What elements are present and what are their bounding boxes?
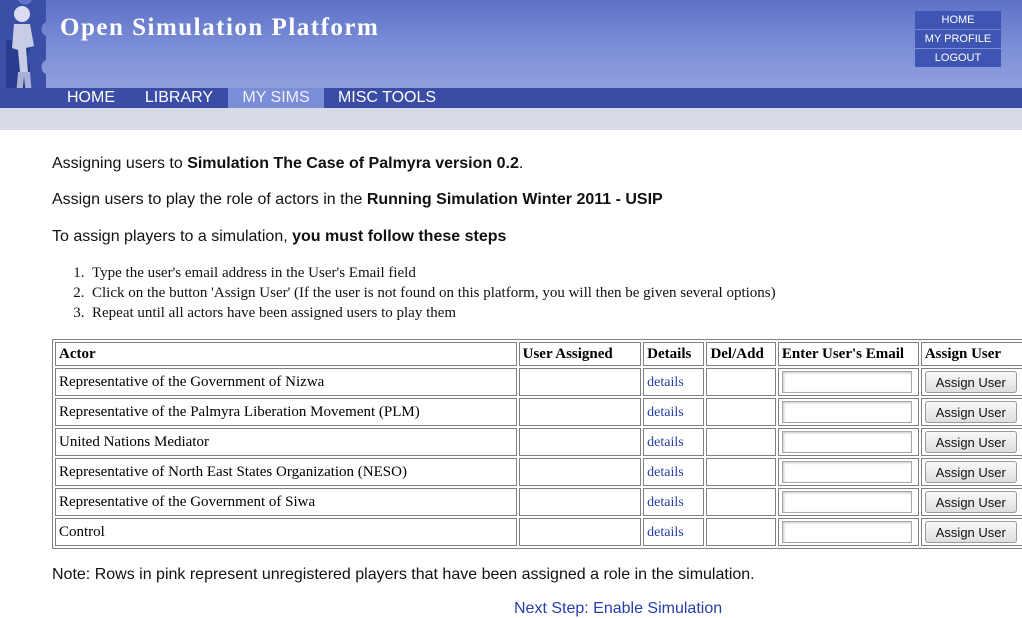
step-item: 3. Repeat until all actors have been ass… — [73, 305, 457, 321]
user-assigned-cell — [518, 398, 642, 426]
details-link[interactable]: details — [647, 525, 684, 540]
next-step-link[interactable]: Next Step: Enable Simulation — [514, 600, 722, 618]
main-nav: HOME LIBRARY MY SIMS MISC TOOLS — [0, 88, 1022, 108]
assign-cell: Assign User — [920, 368, 1022, 396]
email-field[interactable] — [781, 491, 912, 513]
del-add-cell — [706, 458, 776, 486]
user-assigned-cell — [518, 428, 642, 456]
table-row: Representative of North East States Orga… — [55, 458, 1022, 486]
details-link[interactable]: details — [647, 495, 684, 510]
table-header-row: Actor User Assigned Details Del/Add Ente… — [55, 342, 1022, 366]
user-assigned-cell — [518, 518, 642, 546]
col-actor-header: Actor — [55, 342, 517, 366]
table-row: Representative of the Government of Siwa… — [55, 488, 1022, 516]
assign-user-button[interactable]: Assign User — [924, 371, 1017, 393]
tab-library[interactable]: LIBRARY — [138, 88, 220, 108]
details-cell: details — [643, 488, 705, 516]
actor-name: Representative of the Government of Siwa — [55, 488, 517, 516]
assign-user-button[interactable]: Assign User — [924, 521, 1017, 543]
assign-cell: Assign User — [920, 398, 1022, 426]
del-add-cell — [706, 518, 776, 546]
actor-name: Representative of the Government of Nizw… — [55, 368, 517, 396]
col-del-add-header: Del/Add — [706, 342, 776, 366]
email-field[interactable] — [781, 461, 912, 483]
assign-cell: Assign User — [920, 458, 1022, 486]
simulation-name: Simulation The Case of Palmyra version 0… — [187, 155, 519, 172]
assign-user-button[interactable]: Assign User — [924, 401, 1017, 423]
details-link[interactable]: details — [647, 435, 684, 450]
col-email-header: Enter User's Email — [777, 342, 919, 366]
col-details-header: Details — [643, 342, 705, 366]
sub-nav-bar — [0, 108, 1022, 130]
col-user-assigned-header: User Assigned — [518, 342, 642, 366]
tab-home[interactable]: HOME — [56, 88, 126, 108]
actor-name: Control — [55, 518, 517, 546]
details-cell: details — [643, 368, 705, 396]
del-add-cell — [706, 368, 776, 396]
actor-name: Representative of the Palmyra Liberation… — [55, 398, 517, 426]
step-item: 1. Type the user's email address in the … — [73, 265, 416, 281]
del-add-cell — [706, 488, 776, 516]
step-item: 2. Click on the button 'Assign User' (If… — [73, 285, 776, 301]
assign-user-button[interactable]: Assign User — [924, 461, 1017, 483]
details-link[interactable]: details — [647, 375, 684, 390]
user-assigned-cell — [518, 458, 642, 486]
assigning-users-line: Assigning users to Simulation The Case o… — [52, 155, 524, 172]
site-header: Open Simulation Platform HOME MY PROFILE… — [0, 0, 1022, 108]
table-row: United Nations Mediator details Assign U… — [55, 428, 1022, 456]
assign-user-button[interactable]: Assign User — [924, 491, 1017, 513]
assign-cell: Assign User — [920, 428, 1022, 456]
details-cell: details — [643, 518, 705, 546]
running-simulation-name: Running Simulation Winter 2011 - USIP — [366, 191, 663, 208]
email-field[interactable] — [781, 371, 912, 393]
tab-misc-tools[interactable]: MISC TOOLS — [330, 88, 444, 108]
actors-table: Actor User Assigned Details Del/Add Ente… — [52, 339, 1022, 549]
table-row: Control details Assign User — [55, 518, 1022, 546]
top-link-my-profile[interactable]: MY PROFILE — [915, 30, 1001, 48]
actor-name: Representative of North East States Orga… — [55, 458, 517, 486]
pink-rows-note: Note: Rows in pink represent unregistere… — [52, 566, 755, 583]
tab-my-sims[interactable]: MY SIMS — [228, 88, 324, 108]
site-title: Open Simulation Platform — [60, 14, 380, 41]
actor-name: United Nations Mediator — [55, 428, 517, 456]
details-cell: details — [643, 398, 705, 426]
top-links: HOME MY PROFILE LOGOUT — [915, 11, 1001, 68]
email-cell — [777, 518, 919, 546]
user-assigned-cell — [518, 488, 642, 516]
details-cell: details — [643, 458, 705, 486]
email-cell — [777, 458, 919, 486]
running-simulation-line: Assign users to play the role of actors … — [52, 191, 663, 208]
del-add-cell — [706, 428, 776, 456]
details-link[interactable]: details — [647, 405, 684, 420]
steps-intro-line: To assign players to a simulation, you m… — [52, 228, 507, 245]
top-link-logout[interactable]: LOGOUT — [915, 49, 1001, 67]
table-row: Representative of the Government of Nizw… — [55, 368, 1022, 396]
email-field[interactable] — [781, 431, 912, 453]
table-row: Representative of the Palmyra Liberation… — [55, 398, 1022, 426]
email-cell — [777, 428, 919, 456]
assign-user-button[interactable]: Assign User — [924, 431, 1017, 453]
col-assign-user-header: Assign User — [920, 342, 1022, 366]
del-add-cell — [706, 398, 776, 426]
email-cell — [777, 488, 919, 516]
assign-cell: Assign User — [920, 518, 1022, 546]
email-field[interactable] — [781, 521, 912, 543]
email-field[interactable] — [781, 401, 912, 423]
email-cell — [777, 368, 919, 396]
user-assigned-cell — [518, 368, 642, 396]
top-link-home[interactable]: HOME — [915, 11, 1001, 29]
details-cell: details — [643, 428, 705, 456]
details-link[interactable]: details — [647, 465, 684, 480]
steps-list: 1. Type the user's email address in the … — [52, 263, 776, 323]
email-cell — [777, 398, 919, 426]
assign-cell: Assign User — [920, 488, 1022, 516]
